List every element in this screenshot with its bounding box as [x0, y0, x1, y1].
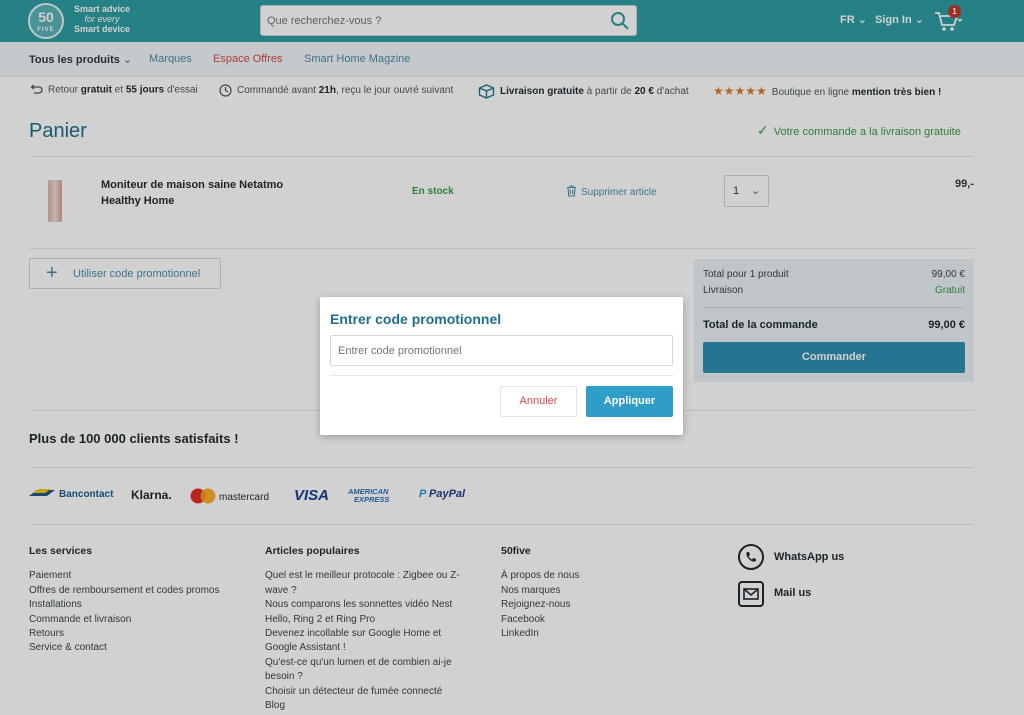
promo-code-input[interactable] [330, 335, 673, 366]
promo-code-modal: Entrer code promotionnel Annuler Appliqu… [320, 297, 683, 435]
apply-button[interactable]: Appliquer [586, 386, 673, 417]
modal-title: Entrer code promotionnel [330, 311, 502, 327]
modal-divider [330, 375, 673, 376]
cancel-button[interactable]: Annuler [500, 386, 577, 417]
